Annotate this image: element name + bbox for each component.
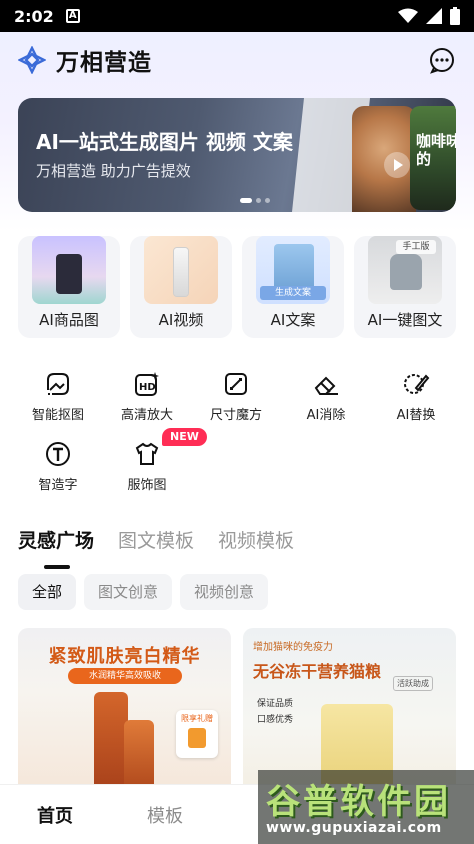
play-icon[interactable] — [384, 152, 410, 178]
tab-image-templates[interactable]: 图文模板 — [118, 526, 194, 563]
cutout-icon — [47, 373, 69, 395]
watermark: 谷普软件园 www.gupuxiazai.com — [258, 770, 474, 844]
resize-icon — [225, 373, 247, 395]
banner-dot — [256, 198, 261, 203]
tool-smart-cutout[interactable]: 智能抠图 — [13, 370, 103, 423]
bottle-thumb-icon — [144, 236, 218, 304]
chair-thumb-icon: 手工版 — [368, 236, 442, 304]
tool-ai-replace[interactable]: AI替换 — [371, 370, 461, 423]
feed-card-catfood[interactable]: 增加猫咪的免疫力 无谷冻干营养猫粮 活跃助成 保证品质 口感优秀 — [243, 628, 456, 788]
card-ai-product-image[interactable]: AI商品图 — [18, 236, 120, 338]
font-icon — [46, 442, 70, 466]
tool-size-cube[interactable]: 尺寸魔方 — [191, 370, 281, 423]
replace-icon — [404, 374, 430, 394]
banner-pagination — [240, 198, 270, 203]
banner-poster: 咖啡味的 — [410, 106, 456, 210]
eraser-icon — [314, 376, 338, 395]
signal-icon — [426, 8, 442, 24]
battery-icon — [450, 7, 460, 25]
perfume-thumb-icon — [32, 236, 106, 304]
tool-label: 智造字 — [38, 478, 78, 493]
card-ai-one-click-post[interactable]: 手工版 AI一键图文 — [354, 236, 456, 338]
chip-video-creative[interactable]: 视频创意 — [180, 574, 269, 610]
serum-bottle-image — [94, 692, 128, 788]
feed-card-serum[interactable]: 紧致肌肤亮白精华 水润精华高效吸收 限享礼赠 — [18, 628, 231, 788]
tool-hd-upscale[interactable]: HD 高清放大 — [102, 370, 192, 423]
feed-card-title: 无谷冻干营养猫粮 — [253, 662, 382, 681]
nav-templates[interactable]: 模板 — [110, 802, 220, 828]
app-header: 万相营造 — [0, 32, 474, 88]
tool-label: 智能抠图 — [31, 408, 84, 423]
tool-label: AI消除 — [306, 408, 346, 423]
tab-video-templates[interactable]: 视频模板 — [218, 526, 294, 563]
hd-icon: HD — [135, 372, 159, 396]
card-label: AI一键图文 — [367, 311, 443, 329]
card-tag: 生成文案 — [260, 286, 326, 300]
catfood-thumb-icon: 生成文案 — [256, 236, 330, 304]
feature-cards: AI商品图 AI视频 生成文案 AI文案 手工版 AI一键图文 — [18, 236, 456, 338]
feed-card-subtitle: 水润精华高效吸收 — [68, 668, 182, 684]
tool-apparel-image[interactable]: 服饰图 — [102, 440, 192, 493]
card-label: AI视频 — [158, 311, 204, 329]
promo-banner[interactable]: 咖啡味的 AI一站式生成图片 视频 文案 万相营造 助力广告提效 — [18, 98, 456, 212]
section-tabs: 灵感广场 图文模板 视频模板 — [18, 526, 294, 569]
tool-label: 高清放大 — [120, 408, 173, 423]
app-title: 万相营造 — [56, 50, 152, 76]
tool-label: 尺寸魔方 — [209, 408, 262, 423]
watermark-text: 谷普软件园 — [266, 782, 451, 822]
svg-text:HD: HD — [139, 382, 156, 393]
status-time: 2:02 — [14, 6, 54, 26]
message-button[interactable] — [428, 46, 456, 74]
feed-card-tag: 活跃助成 — [393, 676, 433, 691]
watermark-url: www.gupuxiazai.com — [266, 820, 442, 836]
card-ai-copywriting[interactable]: 生成文案 AI文案 — [242, 236, 344, 338]
banner-dot — [265, 198, 270, 203]
tool-label: AI替换 — [396, 408, 436, 423]
wifi-icon — [398, 8, 418, 23]
feed-card-toptext: 增加猫咪的免疫力 — [253, 642, 333, 653]
inspiration-feed: 紧致肌肤亮白精华 水润精华高效吸收 限享礼赠 增加猫咪的免疫力 无谷冻干营养猫粮… — [18, 628, 456, 788]
tool-label: 服饰图 — [127, 478, 167, 493]
card-label: AI商品图 — [39, 311, 99, 329]
tab-inspiration[interactable]: 灵感广场 — [18, 526, 94, 569]
status-bar: 2:02 A — [0, 0, 474, 32]
banner-title: AI一站式生成图片 视频 文案 — [36, 130, 293, 154]
serum-bottle-image — [124, 720, 154, 788]
gift-icon: 限享礼赠 — [176, 710, 218, 758]
app-logo-icon — [18, 46, 46, 74]
bullet-item: 保证品质 — [257, 699, 294, 709]
chip-image-creative[interactable]: 图文创意 — [84, 574, 173, 610]
tool-font-maker[interactable]: 智造字 — [13, 440, 103, 493]
filter-chips: 全部 图文创意 视频创意 — [18, 574, 269, 610]
nav-home[interactable]: 首页 — [0, 802, 110, 828]
chip-all[interactable]: 全部 — [18, 574, 77, 610]
feed-card-bullets: 保证品质 口感优秀 — [257, 696, 293, 728]
card-ai-video[interactable]: AI视频 — [130, 236, 232, 338]
tool-ai-erase[interactable]: AI消除 — [281, 370, 371, 423]
banner-dot-active — [240, 198, 252, 203]
shirt-icon — [135, 442, 159, 465]
notification-a-icon: A — [65, 9, 80, 23]
bullet-item: 口感优秀 — [257, 715, 294, 725]
card-tag: 手工版 — [396, 240, 436, 254]
card-label: AI文案 — [270, 311, 316, 329]
banner-subtitle: 万相营造 助力广告提效 — [36, 162, 191, 180]
new-badge: NEW — [162, 428, 207, 446]
feed-card-title: 紧致肌肤亮白精华 — [48, 646, 201, 667]
